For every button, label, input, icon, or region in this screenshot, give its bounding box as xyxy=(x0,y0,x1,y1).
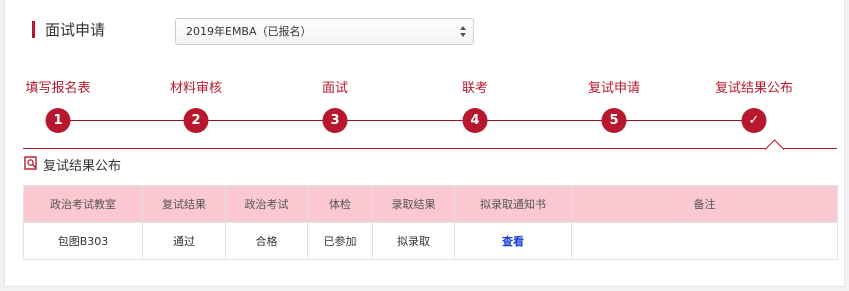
result-table: 政治考试教室 复试结果 政治考试 体检 录取结果 拟录取通知书 备注 包图B30… xyxy=(23,185,838,260)
step-label-6: 复试结果公布 xyxy=(714,81,794,96)
step-marker-4: 4 xyxy=(462,108,488,133)
column-header: 政治考试 xyxy=(225,185,308,223)
table-cell: 已参加 xyxy=(307,222,373,260)
table-cell-remarks xyxy=(571,222,838,260)
active-step-caret-icon xyxy=(765,139,784,150)
section-divider xyxy=(23,148,837,149)
column-header: 体检 xyxy=(307,185,373,223)
step-marker-2: 2 xyxy=(183,108,209,133)
column-header: 拟录取通知书 xyxy=(454,185,572,223)
table-cell: 包图B303 xyxy=(23,222,143,260)
table-cell: 拟录取 xyxy=(372,222,455,260)
title-accent-bar xyxy=(32,21,35,38)
page-title: 面试申请 xyxy=(45,21,106,39)
step-marker-5: 5 xyxy=(601,108,627,133)
batch-select[interactable]: 2019年EMBA（已报名） xyxy=(175,18,474,45)
column-header: 复试结果 xyxy=(142,185,226,223)
step-marker-3: 3 xyxy=(322,108,348,133)
step-label-2: 材料审核 xyxy=(169,81,223,96)
section-title: 复试结果公布 xyxy=(43,159,122,174)
step-label-3: 面试 xyxy=(321,81,349,96)
column-header: 政治考试教室 xyxy=(23,185,143,223)
table-cell: 通过 xyxy=(142,222,226,260)
column-header: 录取结果 xyxy=(372,185,455,223)
select-arrows-icon xyxy=(460,26,466,37)
application-panel: 面试申请 2019年EMBA（已报名） 填写报名表 材料审核 面试 联考 复试申… xyxy=(4,0,845,287)
batch-select-value: 2019年EMBA（已报名） xyxy=(186,25,312,38)
step-label-5: 复试申请 xyxy=(587,81,641,96)
step-label-1: 填写报名表 xyxy=(25,81,91,96)
view-notice-link[interactable]: 查看 xyxy=(454,222,572,260)
progress-track xyxy=(62,120,759,121)
step-marker-6-check: ✓ xyxy=(741,108,767,133)
table-row: 包图B303 通过 合格 已参加 拟录取 查看 xyxy=(23,222,838,260)
column-header: 备注 xyxy=(571,185,838,223)
table-header-row: 政治考试教室 复试结果 政治考试 体检 录取结果 拟录取通知书 备注 xyxy=(23,185,838,223)
table-cell: 合格 xyxy=(225,222,308,260)
step-label-4: 联考 xyxy=(461,81,489,96)
search-document-icon xyxy=(24,156,37,170)
step-marker-1: 1 xyxy=(45,108,71,133)
